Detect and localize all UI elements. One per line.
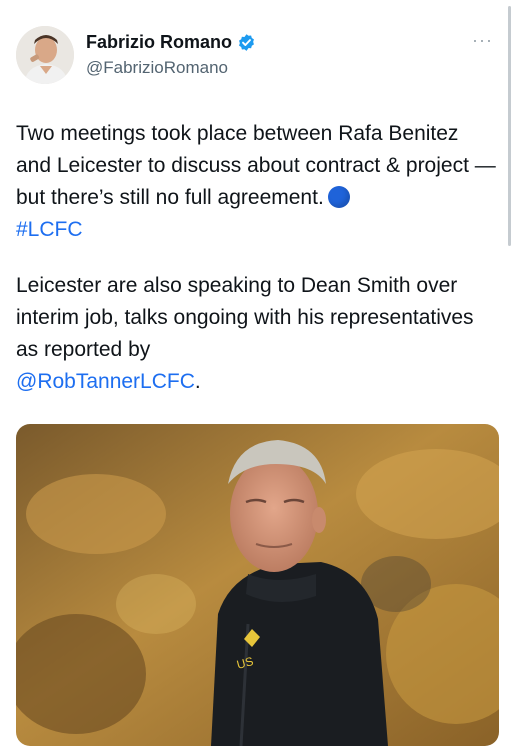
tweet-trailing-period: . — [194, 370, 201, 393]
tweet-paragraph-1: Two meetings took place between Rafa Ben… — [16, 118, 498, 246]
author-name[interactable]: Fabrizio Romano — [86, 32, 232, 53]
avatar[interactable] — [16, 26, 74, 84]
hashtag-link[interactable]: #LCFC — [16, 218, 83, 241]
more-options-icon[interactable]: ··· — [472, 30, 493, 51]
avatar-image — [16, 26, 74, 84]
scrollbar[interactable] — [508, 6, 511, 246]
tweet-text-1: Two meetings took place between Rafa Ben… — [16, 122, 496, 209]
photo-man-in-stadium-image: US — [16, 424, 499, 746]
tweet-paragraph-2: Leicester are also speaking to Dean Smit… — [16, 270, 498, 398]
author-name-row: Fabrizio Romano — [86, 32, 256, 53]
mention-link[interactable]: @RobTannerLCFC — [16, 370, 195, 393]
author-handle[interactable]: @FabrizioRomano — [86, 58, 228, 78]
blue-circle-emoji-icon — [327, 186, 350, 208]
tweet-text-2: Leicester are also speaking to Dean Smit… — [16, 274, 474, 361]
tweet-photo[interactable]: US — [16, 424, 499, 746]
verified-badge-icon — [239, 34, 254, 51]
